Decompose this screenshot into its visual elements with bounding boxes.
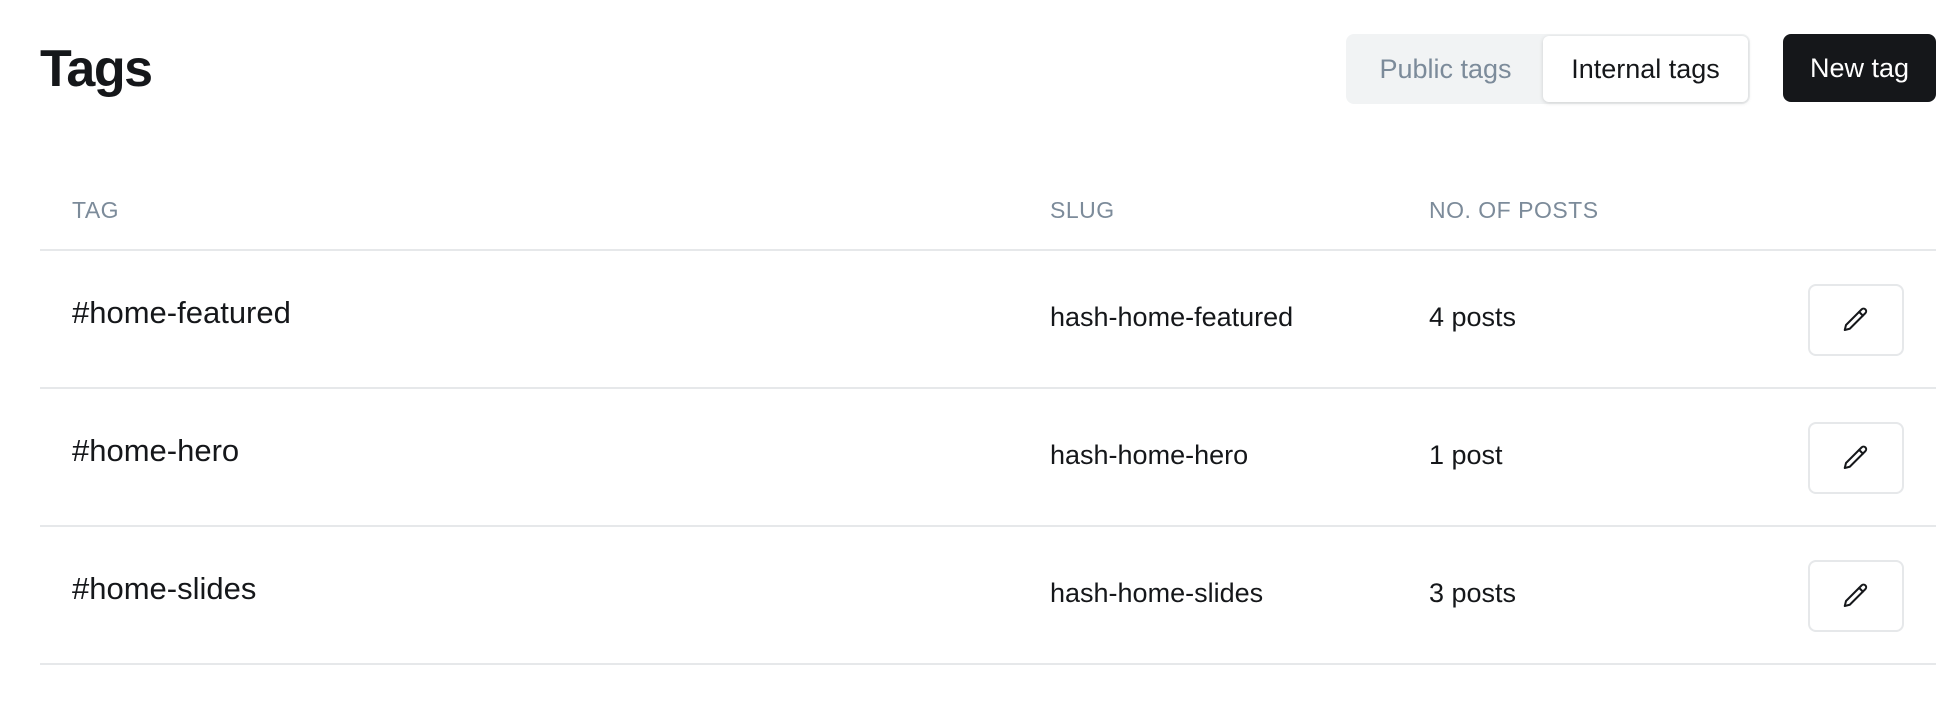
pencil-icon [1843, 307, 1868, 331]
tags-table: TAG SLUG NO. OF POSTS #home-featured has… [40, 170, 1936, 665]
pencil-icon [1843, 583, 1868, 607]
tag-post-count[interactable]: 4 posts [1429, 302, 1516, 333]
new-tag-button[interactable]: New tag [1783, 34, 1936, 102]
edit-tag-button[interactable] [1808, 422, 1904, 494]
column-header-tag: TAG [72, 197, 120, 223]
page-title: Tags [40, 40, 153, 98]
tag-slug: hash-home-featured [1050, 302, 1294, 332]
tags-page: Tags Public tags Internal tags New tag T… [0, 0, 1960, 728]
tag-name[interactable]: #home-slides [72, 571, 256, 607]
tag-post-count[interactable]: 3 posts [1429, 578, 1516, 609]
tag-visibility-toggle: Public tags Internal tags [1346, 34, 1750, 104]
tag-slug: hash-home-hero [1050, 440, 1249, 470]
tag-post-count[interactable]: 1 post [1429, 440, 1503, 471]
table-row[interactable]: #home-featured hash-home-featured 4 post… [40, 251, 1936, 389]
table-row[interactable]: #home-hero hash-home-hero 1 post [40, 389, 1936, 527]
tag-name[interactable]: #home-featured [72, 295, 291, 331]
edit-tag-button[interactable] [1808, 284, 1904, 356]
tab-internal-tags[interactable]: Internal tags [1543, 36, 1748, 102]
tag-slug: hash-home-slides [1050, 578, 1264, 608]
pencil-icon [1843, 445, 1868, 469]
table-header: TAG SLUG NO. OF POSTS [40, 170, 1936, 251]
table-row[interactable]: #home-slides hash-home-slides 3 posts [40, 527, 1936, 665]
edit-tag-button[interactable] [1808, 560, 1904, 632]
column-header-posts: NO. OF POSTS [1429, 197, 1599, 223]
tag-name[interactable]: #home-hero [72, 433, 239, 469]
tab-public-tags[interactable]: Public tags [1348, 36, 1543, 102]
column-header-slug: SLUG [1050, 197, 1115, 223]
